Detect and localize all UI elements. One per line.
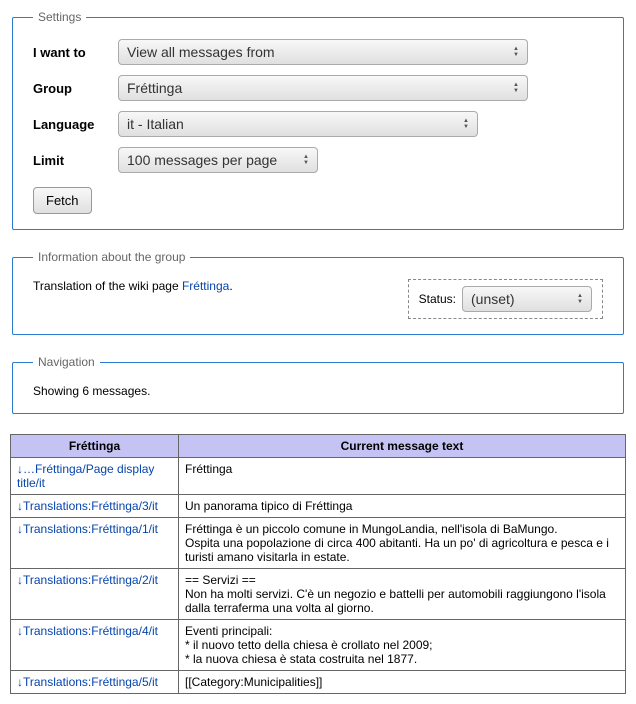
translation-link[interactable]: Translations:Fréttinga/1/it	[23, 522, 158, 536]
message-text-cell: Un panorama tipico di Fréttinga	[179, 495, 626, 518]
link-cell: ↓Translations:Fréttinga/1/it	[11, 518, 179, 569]
select-i-want-to[interactable]: View all messages from ▲▼	[118, 39, 528, 65]
nav-showing: Showing 6 messages.	[33, 384, 603, 398]
message-text-cell: Fréttinga è un piccolo comune in MungoLa…	[179, 518, 626, 569]
spinner-icon: ▲▼	[577, 293, 583, 305]
select-status[interactable]: (unset) ▲▼	[462, 286, 592, 312]
messages-table: Fréttinga Current message text ↓…Fréttin…	[10, 434, 626, 694]
info-text: Translation of the wiki page Fréttinga.	[33, 279, 233, 293]
col-header-1: Fréttinga	[11, 435, 179, 458]
link-cell: ↓Translations:Fréttinga/2/it	[11, 569, 179, 620]
translation-link[interactable]: Translations:Fréttinga/5/it	[23, 675, 158, 689]
status-label: Status:	[419, 292, 456, 306]
link-cell: ↓Translations:Fréttinga/4/it	[11, 620, 179, 671]
table-row: ↓Translations:Fréttinga/3/itUn panorama …	[11, 495, 626, 518]
table-row: ↓…Fréttinga/Page display title/itFréttin…	[11, 458, 626, 495]
link-cell: ↓Translations:Fréttinga/5/it	[11, 671, 179, 694]
link-cell: ↓…Fréttinga/Page display title/it	[11, 458, 179, 495]
label-language: Language	[33, 117, 118, 132]
info-legend: Information about the group	[33, 250, 190, 264]
translation-link[interactable]: Translations:Fréttinga/3/it	[23, 499, 158, 513]
table-row: ↓Translations:Fréttinga/2/it== Servizi =…	[11, 569, 626, 620]
link-cell: ↓Translations:Fréttinga/3/it	[11, 495, 179, 518]
row-language: Language it - Italian ▲▼	[33, 111, 603, 137]
col-header-2: Current message text	[179, 435, 626, 458]
select-group[interactable]: Fréttinga ▲▼	[118, 75, 528, 101]
settings-fieldset: Settings I want to View all messages fro…	[12, 10, 624, 230]
spinner-icon: ▲▼	[513, 46, 519, 58]
translation-link[interactable]: Translations:Fréttinga/4/it	[23, 624, 158, 638]
translation-link[interactable]: …Fréttinga/Page display title/it	[17, 462, 154, 490]
select-limit-value: 100 messages per page	[127, 152, 277, 168]
select-language[interactable]: it - Italian ▲▼	[118, 111, 478, 137]
spinner-icon: ▲▼	[513, 82, 519, 94]
info-page-link[interactable]: Fréttinga	[182, 279, 229, 293]
message-text-cell: Eventi principali:* il nuovo tetto della…	[179, 620, 626, 671]
nav-legend: Navigation	[33, 355, 100, 369]
label-i-want-to: I want to	[33, 45, 118, 60]
settings-legend: Settings	[33, 10, 86, 24]
table-row: ↓Translations:Fréttinga/4/itEventi princ…	[11, 620, 626, 671]
label-group: Group	[33, 81, 118, 96]
label-limit: Limit	[33, 153, 118, 168]
table-row: ↓Translations:Fréttinga/1/itFréttinga è …	[11, 518, 626, 569]
spinner-icon: ▲▼	[463, 118, 469, 130]
table-row: ↓Translations:Fréttinga/5/it[[Category:M…	[11, 671, 626, 694]
message-text-cell: [[Category:Municipalities]]	[179, 671, 626, 694]
select-language-value: it - Italian	[127, 116, 184, 132]
row-i-want-to: I want to View all messages from ▲▼	[33, 39, 603, 65]
select-limit[interactable]: 100 messages per page ▲▼	[118, 147, 318, 173]
translation-link[interactable]: Translations:Fréttinga/2/it	[23, 573, 158, 587]
fetch-button[interactable]: Fetch	[33, 187, 92, 214]
select-status-value: (unset)	[471, 291, 515, 307]
info-fieldset: Information about the group Translation …	[12, 250, 624, 335]
message-text-cell: == Servizi ==Non ha molti servizi. C'è u…	[179, 569, 626, 620]
nav-fieldset: Navigation Showing 6 messages.	[12, 355, 624, 414]
message-text-cell: Fréttinga	[179, 458, 626, 495]
row-limit: Limit 100 messages per page ▲▼	[33, 147, 603, 173]
status-box: Status: (unset) ▲▼	[408, 279, 603, 319]
spinner-icon: ▲▼	[303, 154, 309, 166]
row-group: Group Fréttinga ▲▼	[33, 75, 603, 101]
select-group-value: Fréttinga	[127, 80, 182, 96]
select-i-want-to-value: View all messages from	[127, 44, 275, 60]
